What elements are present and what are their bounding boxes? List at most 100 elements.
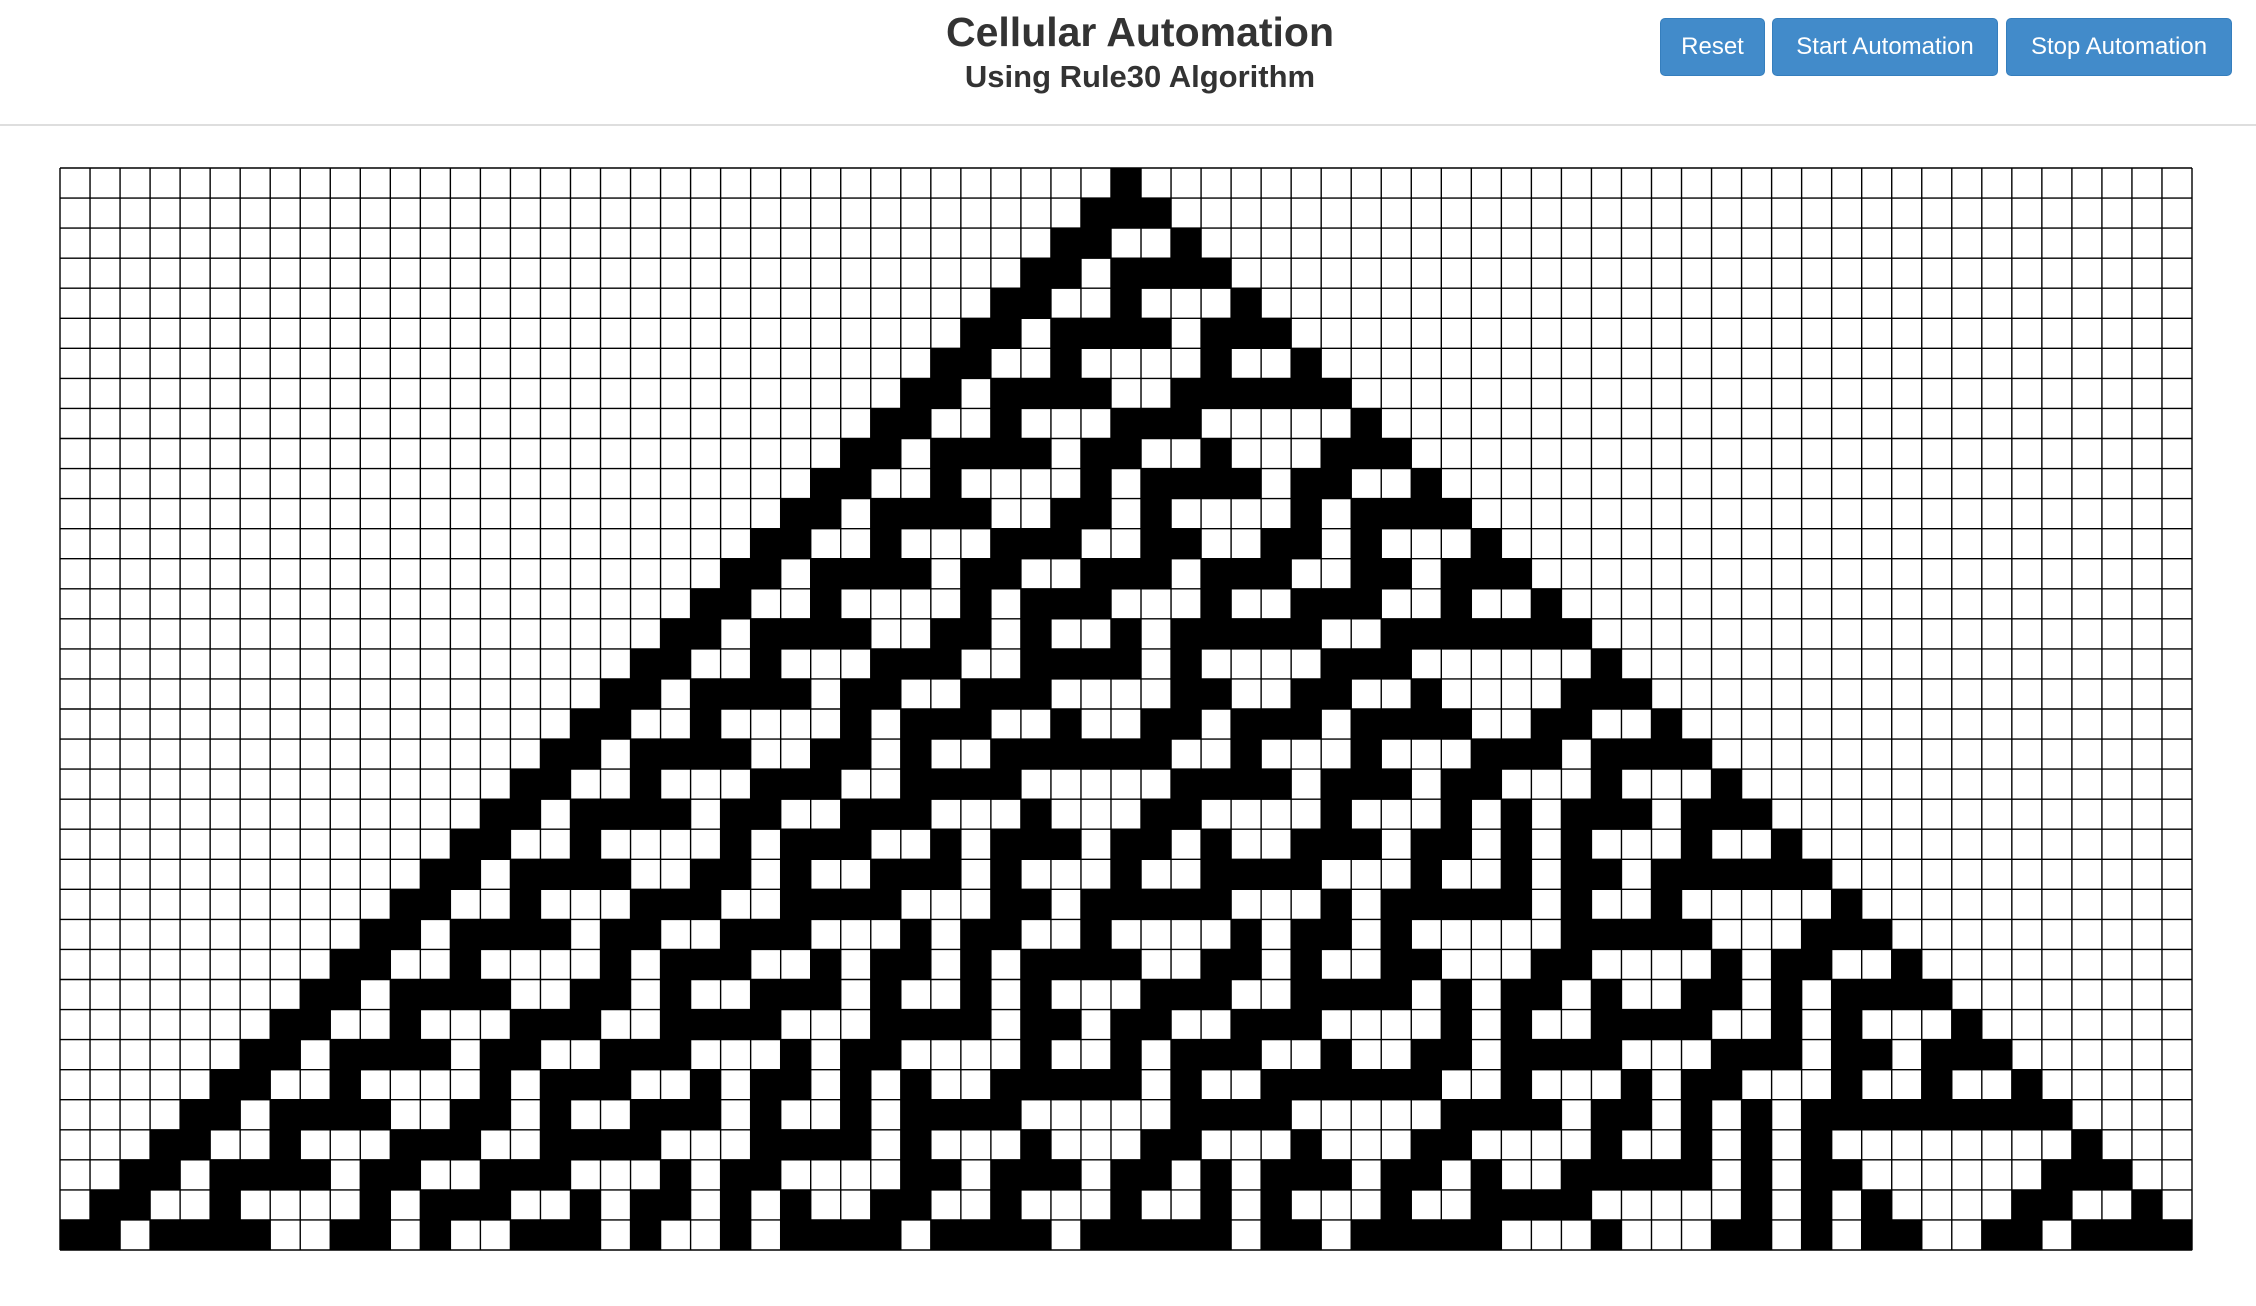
live-cell	[1441, 618, 1472, 650]
live-cell	[810, 618, 842, 650]
live-cell	[690, 618, 722, 650]
live-cell	[1201, 1099, 1232, 1131]
live-cell	[360, 1189, 391, 1221]
live-cell	[330, 949, 361, 980]
live-cell	[540, 1069, 571, 1101]
live-cell	[390, 1039, 421, 1071]
live-cell	[660, 1009, 691, 1041]
live-cell	[1951, 1099, 1983, 1131]
live-cell	[2101, 1159, 2133, 1191]
live-cell	[1351, 829, 1382, 860]
live-cell	[1020, 1159, 1052, 1191]
live-cell	[870, 558, 902, 590]
live-cell	[1171, 769, 1202, 800]
live-cell	[1471, 618, 1502, 650]
live-cell	[1080, 739, 1112, 770]
live-cell	[720, 859, 752, 890]
live-cell	[870, 648, 902, 680]
live-cell	[1741, 859, 1773, 890]
live-cell	[1291, 949, 1322, 980]
live-cell	[990, 919, 1022, 950]
live-cell	[1861, 1039, 1893, 1071]
live-cell	[990, 1219, 1022, 1251]
live-cell	[1531, 1039, 1562, 1071]
live-cell	[1381, 1159, 1412, 1191]
live-cell	[1110, 1159, 1142, 1191]
live-cell	[1080, 378, 1112, 409]
reset-button[interactable]: Reset	[1660, 18, 1765, 76]
live-cell	[660, 799, 691, 830]
live-cell	[630, 739, 661, 770]
live-cell	[900, 799, 932, 830]
live-cell	[1531, 588, 1562, 620]
live-cell	[690, 949, 722, 980]
live-cell	[1050, 348, 1082, 379]
live-cell	[1681, 919, 1712, 950]
live-cell	[1171, 799, 1202, 830]
live-cell	[1020, 528, 1052, 560]
live-cell	[570, 739, 601, 770]
live-cell	[810, 889, 842, 920]
live-cell	[780, 1039, 812, 1071]
live-cell	[1321, 678, 1352, 710]
live-cell	[960, 618, 992, 650]
start-automation-button[interactable]: Start Automation	[1772, 18, 1998, 76]
live-cell	[1711, 1069, 1742, 1101]
live-cell	[1411, 829, 1442, 860]
live-cell	[1171, 979, 1202, 1010]
live-cell	[1531, 618, 1562, 650]
live-cell	[1231, 1039, 1262, 1071]
live-cell	[1110, 198, 1142, 229]
live-cell	[1231, 859, 1262, 890]
live-cell	[1801, 949, 1833, 980]
live-cell	[1231, 618, 1262, 650]
live-cell	[570, 829, 601, 860]
live-cell	[270, 1039, 301, 1071]
live-cell	[1351, 588, 1382, 620]
live-cell	[1351, 408, 1382, 439]
live-cell	[1141, 318, 1172, 349]
live-cell	[720, 678, 752, 710]
live-cell	[150, 1129, 181, 1161]
live-cell	[1141, 1159, 1172, 1191]
live-cell	[1050, 228, 1082, 259]
live-cell	[720, 1219, 752, 1251]
live-cell	[1381, 769, 1412, 800]
live-cell	[90, 1189, 121, 1221]
live-cell	[1141, 498, 1172, 530]
live-cell	[2131, 1219, 2163, 1251]
live-cell	[1141, 1009, 1172, 1041]
live-cell	[1201, 769, 1232, 800]
live-cell	[1771, 859, 1803, 890]
live-cell	[1050, 528, 1082, 560]
live-cell	[510, 919, 541, 950]
stop-automation-button[interactable]: Stop Automation	[2006, 18, 2232, 76]
live-cell	[900, 919, 932, 950]
live-cell	[1020, 799, 1052, 830]
live-cell	[1110, 889, 1142, 920]
live-cell	[1351, 979, 1382, 1010]
live-cell	[1321, 588, 1352, 620]
live-cell	[1531, 739, 1562, 770]
live-cell	[1231, 739, 1262, 770]
live-cell	[780, 498, 812, 530]
live-cell	[180, 1129, 211, 1161]
live-cell	[630, 769, 661, 800]
live-cell	[540, 919, 571, 950]
live-cell	[1411, 709, 1442, 740]
live-cell	[930, 829, 962, 860]
live-cell	[1741, 1189, 1773, 1221]
live-cell	[1621, 739, 1652, 770]
live-cell	[840, 438, 872, 469]
live-cell	[360, 949, 391, 980]
live-cell	[810, 558, 842, 590]
live-cell	[1471, 1099, 1502, 1131]
live-cell	[1711, 769, 1742, 800]
live-cell	[600, 678, 631, 710]
live-cell	[1801, 859, 1833, 890]
live-cell	[1801, 1099, 1833, 1131]
live-cell	[1351, 1219, 1382, 1251]
live-cell	[1020, 288, 1052, 319]
live-cell	[1981, 1099, 2013, 1131]
live-cell	[1261, 1189, 1292, 1221]
